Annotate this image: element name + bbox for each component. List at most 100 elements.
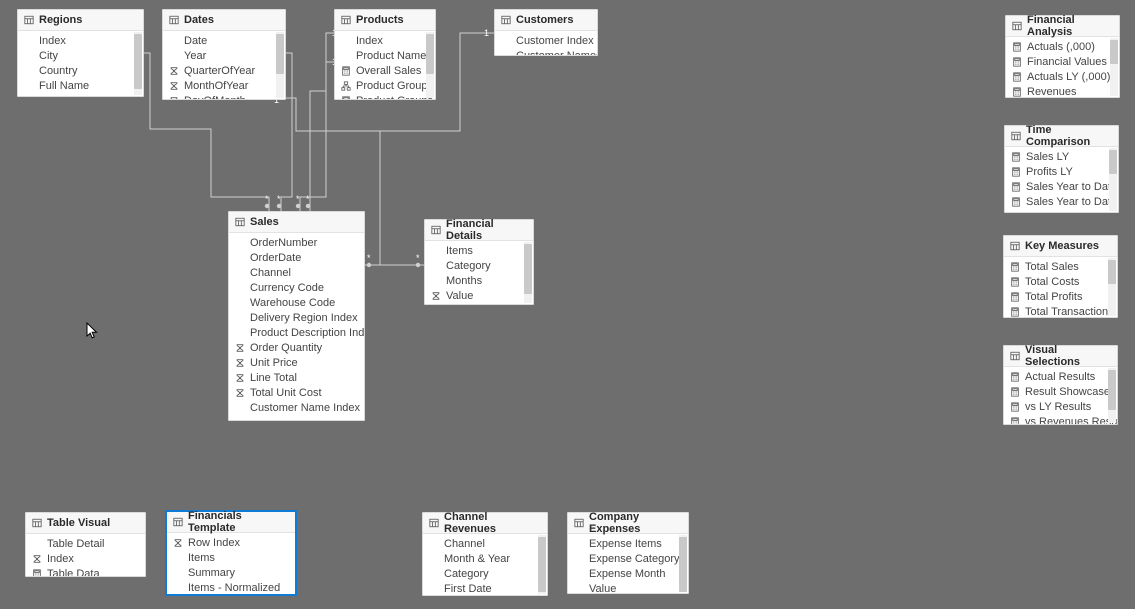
field-row[interactable]: Row Index bbox=[167, 535, 295, 550]
field-row[interactable]: OrderNumber bbox=[229, 235, 364, 250]
field-row[interactable]: OrderDate bbox=[229, 250, 364, 265]
table-fin_analysis[interactable]: Financial AnalysisActuals (,000)Financia… bbox=[1005, 15, 1120, 98]
field-row[interactable]: City bbox=[18, 48, 143, 63]
table-customers[interactable]: Customers Customer IndexCustomer Names bbox=[494, 9, 598, 56]
table-header[interactable]: Financial Details bbox=[425, 220, 533, 241]
table-header[interactable]: Products bbox=[335, 10, 435, 31]
field-row[interactable]: Total Unit Cost bbox=[229, 385, 364, 400]
field-row[interactable]: Actual Results bbox=[1004, 369, 1117, 384]
field-row[interactable]: Unit Price bbox=[229, 355, 364, 370]
table-header[interactable]: Table Visual bbox=[26, 513, 145, 534]
scrollbar-thumb[interactable] bbox=[524, 244, 532, 294]
table-header[interactable]: Channel Revenues bbox=[423, 513, 547, 534]
field-row[interactable]: Customer Index bbox=[495, 33, 597, 48]
field-row[interactable]: Channel bbox=[423, 536, 547, 551]
table-header[interactable]: Sales bbox=[229, 212, 364, 233]
field-row[interactable]: Customer Names bbox=[495, 48, 597, 55]
scrollbar[interactable] bbox=[426, 32, 434, 98]
field-row[interactable]: QuarterOfYear bbox=[163, 63, 285, 78]
scrollbar-thumb[interactable] bbox=[1110, 40, 1118, 64]
field-row[interactable]: Order Quantity bbox=[229, 340, 364, 355]
table-table_visual[interactable]: Table VisualTable DetailIndexTable Data bbox=[25, 512, 146, 577]
field-row[interactable]: Currency Code bbox=[229, 280, 364, 295]
scrollbar[interactable] bbox=[1108, 368, 1116, 423]
field-row[interactable]: Year bbox=[163, 48, 285, 63]
field-row[interactable]: Overall Sales bbox=[335, 63, 435, 78]
table-sales[interactable]: SalesOrderNumberOrderDateChannelCurrency… bbox=[228, 211, 365, 421]
field-row[interactable]: Month & Year bbox=[423, 551, 547, 566]
field-row[interactable]: Product Groups Ind bbox=[335, 93, 435, 99]
field-row[interactable]: Sales Year to Date LY bbox=[1005, 194, 1118, 209]
field-row[interactable]: Total Profits bbox=[1004, 289, 1117, 304]
table-chan_rev[interactable]: Channel Revenues ChannelMonth & YearCateg… bbox=[422, 512, 548, 596]
field-row[interactable]: Expense Month bbox=[568, 566, 688, 581]
field-row[interactable]: Index bbox=[335, 33, 435, 48]
field-row[interactable]: Full Name bbox=[18, 78, 143, 93]
scrollbar-thumb[interactable] bbox=[1109, 150, 1117, 174]
field-row[interactable]: Actuals LY (,000) bbox=[1006, 69, 1119, 84]
field-row[interactable]: First Date bbox=[423, 581, 547, 595]
scrollbar-thumb[interactable] bbox=[538, 537, 546, 592]
table-regions[interactable]: Regions IndexCityCountryFull NameTerritor… bbox=[17, 9, 144, 97]
scrollbar-thumb[interactable] bbox=[1108, 260, 1116, 284]
field-row[interactable]: Items bbox=[167, 550, 295, 565]
field-row[interactable]: Months bbox=[425, 273, 533, 288]
scrollbar-thumb[interactable] bbox=[426, 34, 434, 74]
field-row[interactable]: Category bbox=[423, 566, 547, 581]
field-row[interactable]: Expense Items bbox=[568, 536, 688, 551]
field-row[interactable]: Product Name bbox=[335, 48, 435, 63]
field-row[interactable]: Customer Name Index bbox=[229, 400, 364, 415]
scrollbar[interactable] bbox=[679, 535, 687, 592]
field-row[interactable]: Delivery Region Index bbox=[229, 310, 364, 325]
table-fin_template[interactable]: Financials Template Row IndexItemsSummary… bbox=[165, 510, 297, 596]
table-header[interactable]: Dates bbox=[163, 10, 285, 31]
table-header[interactable]: Customers bbox=[495, 10, 597, 31]
scrollbar[interactable] bbox=[134, 32, 142, 95]
field-row[interactable]: Category bbox=[425, 258, 533, 273]
table-header[interactable]: Visual Selections bbox=[1004, 346, 1117, 367]
scrollbar-thumb[interactable] bbox=[276, 34, 284, 74]
field-row[interactable]: Sales Year to Date bbox=[1005, 179, 1118, 194]
table-time_comp[interactable]: Time ComparisonSales LYProfits LYSales Y… bbox=[1004, 125, 1119, 213]
table-key_measures[interactable]: Key MeasuresTotal SalesTotal CostsTotal … bbox=[1003, 235, 1118, 318]
table-header[interactable]: Financials Template bbox=[167, 512, 295, 533]
field-row[interactable]: vs LY Results bbox=[1004, 399, 1117, 414]
table-products[interactable]: ProductsIndexProduct NameOverall SalesPr… bbox=[334, 9, 436, 100]
field-row[interactable]: Value bbox=[568, 581, 688, 593]
field-row[interactable]: Territory bbox=[18, 93, 143, 96]
field-row[interactable]: Revenues bbox=[1006, 84, 1119, 97]
field-row[interactable]: Country bbox=[18, 63, 143, 78]
field-row[interactable]: Financial Values bbox=[1006, 54, 1119, 69]
scrollbar[interactable] bbox=[538, 535, 546, 594]
field-row[interactable]: Value bbox=[425, 288, 533, 303]
scrollbar[interactable] bbox=[1108, 258, 1116, 316]
field-row[interactable]: Actuals (,000) bbox=[1006, 39, 1119, 54]
field-row[interactable]: Product Description Index bbox=[229, 325, 364, 340]
table-comp_exp[interactable]: Company ExpensesExpense ItemsExpense Cat… bbox=[567, 512, 689, 594]
field-row[interactable]: Profits LY bbox=[1005, 164, 1118, 179]
field-row[interactable]: Warehouse Code bbox=[229, 295, 364, 310]
field-row[interactable]: MonthOfYear bbox=[163, 78, 285, 93]
field-row[interactable]: Sales LY bbox=[1005, 149, 1118, 164]
scrollbar-thumb[interactable] bbox=[134, 34, 142, 89]
field-row[interactable]: Table Detail bbox=[26, 536, 145, 551]
field-row[interactable]: Expense Category bbox=[568, 551, 688, 566]
field-row[interactable]: Items - Normalized bbox=[167, 580, 295, 594]
field-row[interactable]: Total Costs bbox=[1004, 274, 1117, 289]
field-row[interactable]: DayOfMonth bbox=[163, 93, 285, 99]
field-row[interactable]: Index bbox=[18, 33, 143, 48]
field-row[interactable]: Items bbox=[425, 243, 533, 258]
field-row[interactable]: Total Sales bbox=[1004, 259, 1117, 274]
scrollbar[interactable] bbox=[1109, 148, 1117, 211]
scrollbar-thumb[interactable] bbox=[1108, 370, 1116, 410]
field-row[interactable]: Summary bbox=[167, 565, 295, 580]
field-row[interactable]: Total Transactions bbox=[1004, 304, 1117, 317]
table-vis_sel[interactable]: Visual Selections Actual ResultsResult Sh… bbox=[1003, 345, 1118, 425]
table-header[interactable]: Regions bbox=[18, 10, 143, 31]
field-row[interactable]: Date bbox=[163, 33, 285, 48]
field-row[interactable]: Product Groups bbox=[335, 78, 435, 93]
field-row[interactable]: Result Showcased bbox=[1004, 384, 1117, 399]
table-dates[interactable]: Dates DateYearQuarterOfYearMonthOfYearDay… bbox=[162, 9, 286, 100]
field-row[interactable]: Index bbox=[26, 551, 145, 566]
table-header[interactable]: Key Measures bbox=[1004, 236, 1117, 257]
